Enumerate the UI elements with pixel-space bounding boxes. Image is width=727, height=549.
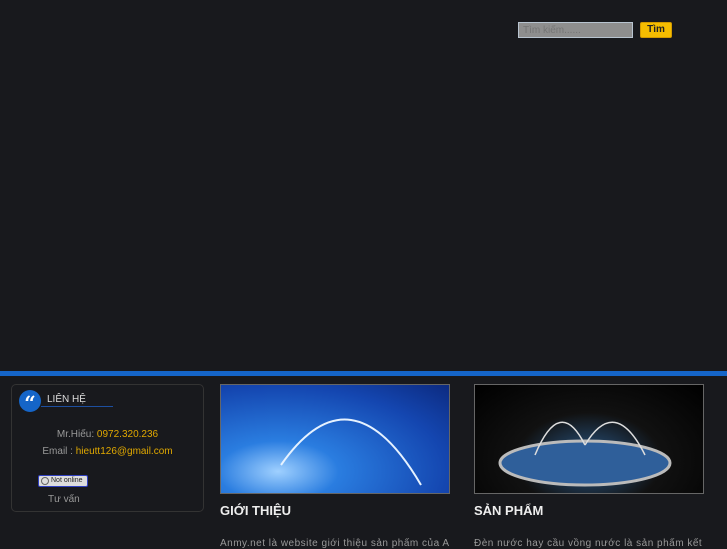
search-input[interactable] xyxy=(518,22,633,38)
contact-box: “ LIÊN HỆ Mr.Hiếu: 0972.320.236 Email : … xyxy=(11,384,204,512)
search-button[interactable]: Tìm xyxy=(640,22,672,38)
fountain-arc-icon xyxy=(280,418,422,486)
online-status-badge[interactable]: Not online xyxy=(38,475,88,487)
name-label: Mr.Hiếu: xyxy=(56,429,97,440)
divider-bar xyxy=(0,371,727,376)
products-text: Đèn nước hay cầu vồng nước là sản phẩm k… xyxy=(474,538,703,549)
consult-label: Tư vấn xyxy=(48,494,80,505)
contact-title: LIÊN HỆ xyxy=(47,394,86,405)
phone-number[interactable]: 0972.320.236 xyxy=(97,429,158,440)
email-label: Email : xyxy=(42,446,76,457)
status-text: Not online xyxy=(51,477,83,484)
fountain-product-icon xyxy=(498,421,672,487)
status-icon xyxy=(41,477,49,485)
intro-text: Anmy.net là website giới thiệu sản phẩm … xyxy=(220,538,450,549)
email-line: Email : hieutt126@gmail.com xyxy=(12,446,203,457)
section-title-products[interactable]: SẢN PHẨM xyxy=(474,503,543,518)
product-image[interactable] xyxy=(474,384,704,494)
section-title-intro[interactable]: GIỚI THIỆU xyxy=(220,503,291,518)
quote-icon: “ xyxy=(19,390,41,415)
phone-line: Mr.Hiếu: 0972.320.236 xyxy=(12,429,203,440)
intro-image[interactable] xyxy=(220,384,450,494)
title-underline xyxy=(41,406,113,407)
email-link[interactable]: hieutt126@gmail.com xyxy=(76,446,173,457)
